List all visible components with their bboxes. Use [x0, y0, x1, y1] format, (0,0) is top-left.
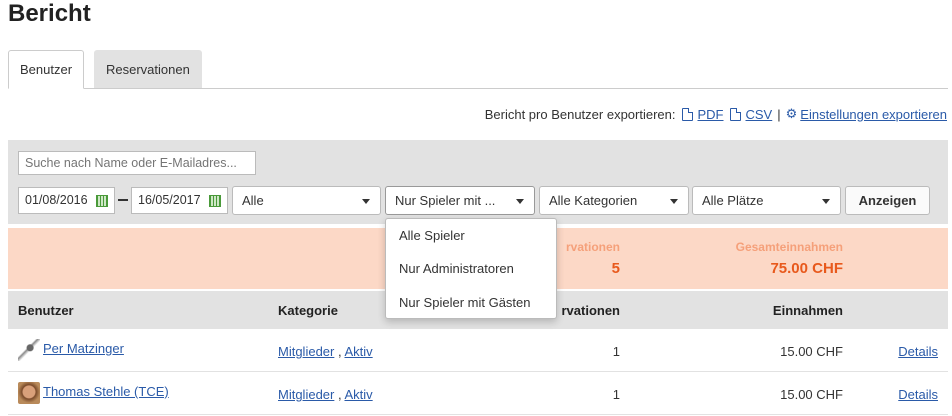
category-link[interactable]: Mitglieder	[278, 344, 334, 359]
export-settings-link[interactable]: Einstellungen exportieren	[800, 107, 947, 122]
category-select-value: Alle Kategorien	[549, 193, 638, 208]
status-select[interactable]: Alle	[232, 186, 381, 215]
column-header-income[interactable]: Einnahmen	[698, 303, 843, 318]
category-link[interactable]: Aktiv	[344, 344, 372, 359]
dropdown-option-players-with-guests[interactable]: Nur Spieler mit Gästen	[399, 295, 531, 310]
csv-file-icon	[729, 107, 741, 121]
player-filter-select[interactable]: Nur Spieler mit ...	[385, 186, 535, 215]
details-link[interactable]: Details	[888, 344, 938, 359]
user-name-link[interactable]: Thomas Stehle (TCE)	[43, 384, 169, 399]
summary-income-label: Gesamteinnahmen	[735, 240, 843, 254]
tab-bar: Benutzer Reservationen	[8, 50, 948, 89]
date-range-dash	[118, 199, 128, 201]
export-label: Bericht pro Benutzer exportieren:	[484, 106, 676, 122]
table-row: Per Matzinger Mitglieder , Aktiv 1 15.00…	[8, 329, 948, 372]
player-filter-select-value: Nur Spieler mit ...	[395, 193, 496, 208]
court-select[interactable]: Alle Plätze	[692, 186, 841, 215]
chevron-down-icon	[516, 199, 524, 204]
reservations-cell: 1	[612, 344, 620, 359]
category-link[interactable]: Mitglieder	[278, 387, 334, 402]
date-from-value: 01/08/2016	[25, 193, 88, 207]
chevron-down-icon	[670, 199, 678, 204]
pdf-file-icon	[681, 107, 693, 121]
category-link[interactable]: Aktiv	[344, 387, 372, 402]
gear-icon: ⚙	[785, 106, 798, 121]
court-select-value: Alle Plätze	[702, 193, 764, 208]
date-to-field[interactable]: 16/05/2017	[131, 187, 228, 214]
category-select[interactable]: Alle Kategorien	[539, 186, 689, 215]
category-cell: Mitglieder , Aktiv	[278, 387, 373, 402]
summary-income-value: 75.00 CHF	[770, 260, 843, 277]
table-row: Thomas Stehle (TCE) Mitglieder , Aktiv 1…	[8, 372, 948, 415]
date-from-field[interactable]: 01/08/2016	[18, 187, 115, 214]
user-name-link[interactable]: Per Matzinger	[43, 341, 124, 356]
avatar	[18, 339, 40, 361]
page-title: Bericht	[8, 0, 91, 27]
tab-benutzer[interactable]: Benutzer	[8, 50, 85, 89]
column-header-category[interactable]: Kategorie	[278, 303, 338, 318]
chevron-down-icon	[822, 199, 830, 204]
tab-reservationen[interactable]: Reservationen	[94, 50, 202, 88]
calendar-icon[interactable]	[96, 195, 108, 207]
filter-panel: 01/08/2016 16/05/2017 Alle Nur Spieler m…	[8, 140, 948, 224]
show-button[interactable]: Anzeigen	[845, 186, 930, 215]
export-separator: |	[777, 106, 781, 122]
calendar-icon[interactable]	[209, 195, 221, 207]
reservations-cell: 1	[612, 387, 620, 402]
export-csv-link[interactable]: CSV	[746, 107, 773, 122]
dropdown-option-all-players[interactable]: Alle Spieler	[399, 228, 465, 243]
search-input[interactable]	[18, 151, 256, 175]
date-to-value: 16/05/2017	[138, 193, 201, 207]
export-bar: Bericht pro Benutzer exportieren: PDF CS…	[485, 106, 947, 122]
export-pdf-link[interactable]: PDF	[698, 107, 724, 122]
player-filter-dropdown: Alle Spieler Nur Administratoren Nur Spi…	[385, 218, 557, 319]
dropdown-option-admins[interactable]: Nur Administratoren	[399, 261, 514, 276]
details-link[interactable]: Details	[888, 387, 938, 402]
chevron-down-icon	[362, 199, 370, 204]
income-cell: 15.00 CHF	[780, 344, 843, 359]
category-cell: Mitglieder , Aktiv	[278, 344, 373, 359]
column-header-user[interactable]: Benutzer	[18, 303, 74, 318]
status-select-value: Alle	[242, 193, 264, 208]
avatar	[18, 382, 40, 404]
income-cell: 15.00 CHF	[780, 387, 843, 402]
